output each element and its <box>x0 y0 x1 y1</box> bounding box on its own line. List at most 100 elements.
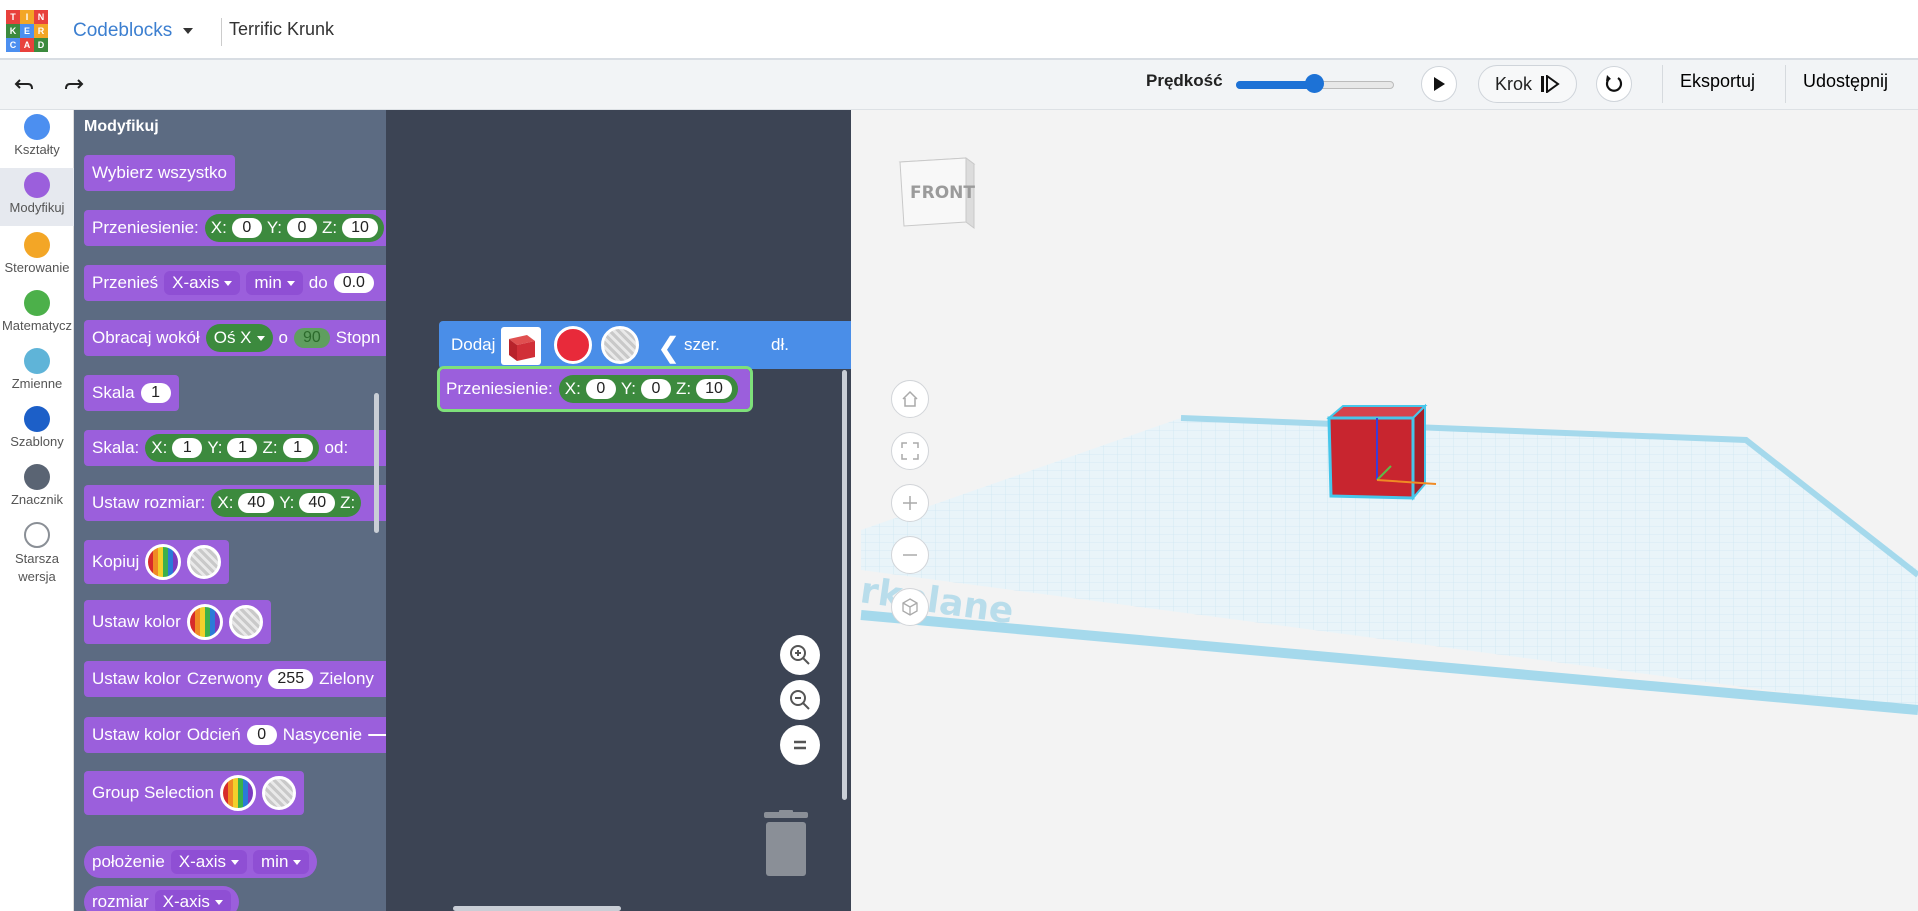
block-label: Dodaj <box>451 335 496 354</box>
scale-field[interactable]: 1 <box>140 383 171 403</box>
edge-dropdown[interactable]: min <box>246 271 303 295</box>
tinkercad-logo[interactable]: T I N K E R C A D <box>6 10 48 52</box>
zoom-reset-button[interactable] <box>780 725 820 765</box>
logo-letter: E <box>20 24 34 38</box>
category-legacy[interactable]: Starsza wersja <box>0 522 74 586</box>
chevron-down-icon[interactable] <box>183 28 193 34</box>
y-field[interactable]: 0 <box>286 218 317 238</box>
redo-button[interactable] <box>60 73 88 97</box>
top-bar: T I N K E R C A D Codeblocks Terrific Kr… <box>0 0 1918 60</box>
block-move[interactable]: Przeniesienie: X: 0 Y: 0 Z: 10 <box>84 210 386 246</box>
x-field[interactable]: 0 <box>585 379 616 399</box>
category-modify[interactable]: Modyfikuj <box>0 168 74 226</box>
category-marker[interactable]: Znacznik <box>0 464 74 507</box>
z-field[interactable]: 10 <box>342 218 378 238</box>
chevron-down-icon <box>231 859 240 865</box>
share-button[interactable]: Udostępnij <box>1803 71 1888 92</box>
angle-field[interactable]: 90 <box>293 328 330 348</box>
block-select-all[interactable]: Wybierz wszystko <box>84 155 235 191</box>
value-field[interactable]: 0.0 <box>333 273 374 293</box>
color-rainbow-swatch[interactable] <box>145 544 182 580</box>
chevron-down-icon <box>256 335 265 341</box>
zoom-out-button[interactable] <box>780 680 820 720</box>
block-set-color[interactable]: Ustaw kolor <box>84 600 271 644</box>
hole-swatch[interactable] <box>601 326 639 364</box>
category-math[interactable]: Matematycz <box>0 290 74 333</box>
block-set-color-rgb[interactable]: Ustaw kolor Czerwony 255 Zielony <box>84 661 386 697</box>
block-group-selection[interactable]: Group Selection <box>84 771 304 815</box>
y-field[interactable]: 0 <box>640 379 671 399</box>
block-scale-xyz[interactable]: Skala: X: 1 Y: 1 Z: 1 od: <box>84 430 386 466</box>
block-label: rozmiar <box>92 892 149 911</box>
zoom-in-button[interactable] <box>780 635 820 675</box>
z-field[interactable]: 1 <box>282 438 313 458</box>
y-label: Y: <box>620 379 636 398</box>
block-scale[interactable]: Skala 1 <box>84 375 179 411</box>
block-copy[interactable]: Kopiuj <box>84 540 230 584</box>
zoom-in-view-button[interactable] <box>891 484 929 522</box>
y-field[interactable]: 1 <box>227 438 258 458</box>
block-set-color-hsv[interactable]: Ustaw kolor Odcień 0 Nasycenie <box>84 717 386 753</box>
undo-button[interactable] <box>10 73 38 97</box>
zoom-out-view-button[interactable] <box>891 536 929 574</box>
axis-dropdown[interactable]: X-axis <box>170 850 248 874</box>
redo-icon <box>65 79 84 90</box>
trash-can[interactable] <box>762 810 810 878</box>
hue-field[interactable]: 0 <box>246 725 277 745</box>
speed-slider-thumb[interactable] <box>1305 74 1324 93</box>
red-box-model[interactable] <box>1321 400 1481 520</box>
z-label: Z: <box>340 493 356 512</box>
logo-letter: I <box>20 10 34 24</box>
view-cube-face-label: FRONT <box>910 183 975 203</box>
color-rainbow-swatch[interactable] <box>186 604 223 640</box>
block-move-along[interactable]: Przenieś X-axis min do 0.0 <box>84 265 386 301</box>
zoom-out-icon <box>903 554 917 556</box>
block-size[interactable]: rozmiar X-axis <box>84 886 239 911</box>
block-add-shape[interactable]: Dodaj ❮ szer. dł. <box>439 321 851 369</box>
code-workspace[interactable]: Dodaj ❮ szer. dł. Przeniesienie: X: 0 Y: 0… <box>386 110 851 911</box>
color-swatch[interactable] <box>554 326 592 364</box>
workspace-hscrollbar[interactable] <box>453 906 621 911</box>
color-rainbow-swatch[interactable] <box>219 775 256 811</box>
block-resize[interactable]: Ustaw rozmiar: X: 40 Y: 40 Z: <box>84 485 386 521</box>
chevron-left-icon[interactable]: ❮ <box>657 331 680 364</box>
axis-dropdown[interactable]: X-axis <box>154 890 231 911</box>
axis-dropdown[interactable]: X-axis <box>164 271 241 295</box>
view-cube[interactable]: FRONT <box>896 148 986 238</box>
coords-group: X: 40 Y: 40 Z: <box>211 489 362 517</box>
category-templates[interactable]: Szablony <box>0 406 74 449</box>
workspace-scrollbar[interactable] <box>842 370 847 800</box>
shape-thumbnail[interactable] <box>501 327 541 365</box>
fit-view-button[interactable] <box>891 432 929 470</box>
3d-viewport[interactable]: rkplane FRONT <box>851 110 1918 911</box>
axis-dropdown[interactable]: Oś X <box>205 324 273 352</box>
app-switcher[interactable]: Codeblocks <box>73 20 172 42</box>
home-view-button[interactable] <box>891 380 929 418</box>
category-variables[interactable]: Zmienne <box>0 348 74 391</box>
document-title[interactable]: Terrific Krunk <box>229 19 334 40</box>
export-button[interactable]: Eksportuj <box>1680 71 1755 92</box>
x-field[interactable]: 0 <box>231 218 262 238</box>
category-control[interactable]: Sterowanie <box>0 232 74 275</box>
x-field[interactable]: 1 <box>172 438 203 458</box>
hole-swatch[interactable] <box>187 545 222 579</box>
step-button[interactable]: Krok <box>1478 65 1577 103</box>
y-field[interactable]: 40 <box>299 493 336 513</box>
hole-swatch[interactable] <box>228 605 263 639</box>
flyout-scrollbar[interactable] <box>374 393 379 533</box>
block-move-selected[interactable]: Przeniesienie: X: 0 Y: 0 Z: 10 <box>437 366 753 412</box>
category-shapes[interactable]: Kształty <box>0 114 74 170</box>
z-field[interactable]: 10 <box>696 379 732 399</box>
red-field[interactable]: 255 <box>268 669 314 689</box>
saturation-field[interactable] <box>368 734 386 736</box>
reset-button[interactable] <box>1596 66 1632 102</box>
x-field[interactable]: 40 <box>238 493 275 513</box>
play-button[interactable] <box>1421 66 1457 102</box>
hole-swatch[interactable] <box>261 776 296 810</box>
speed-slider-fill <box>1236 81 1315 89</box>
block-rotate[interactable]: Obracaj wokół Oś X o 90 Stopn <box>84 320 386 356</box>
block-position[interactable]: położenie X-axis min <box>84 846 318 878</box>
perspective-button[interactable] <box>891 588 929 626</box>
edge-dropdown[interactable]: min <box>253 850 310 874</box>
divider <box>221 18 222 46</box>
